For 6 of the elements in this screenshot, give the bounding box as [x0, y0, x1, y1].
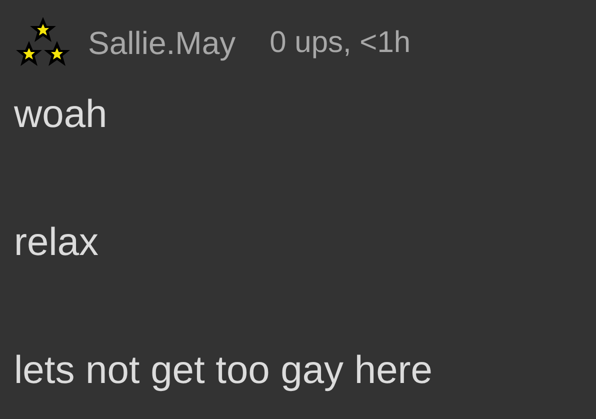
comment-text: relax: [14, 220, 100, 266]
stars-icon: [14, 17, 72, 69]
username-link[interactable]: Sallie.May: [88, 24, 236, 62]
comment-meta: 0 ups, <1h: [270, 26, 411, 60]
comment-text: woah: [14, 92, 108, 138]
comment-text: lets not get too gay here: [14, 348, 434, 394]
